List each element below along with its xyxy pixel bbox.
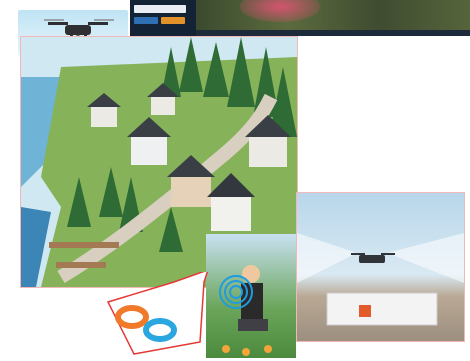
dashboard-heatmap-overlay [240,0,320,22]
person-with-device [206,234,296,358]
wristband-icon [106,268,210,355]
ground-station [326,292,438,326]
wristband-inset [104,268,210,356]
dashboard-blue-button[interactable] [134,17,158,24]
drone-scan-photo [296,192,465,342]
scan-beam-left [297,233,357,283]
scan-beam-right [387,233,464,283]
drone-icon [351,253,395,263]
signal-waves-icon [219,275,253,309]
dashboard-orange-button[interactable] [161,17,185,24]
dashboard-search-field[interactable] [134,5,186,13]
